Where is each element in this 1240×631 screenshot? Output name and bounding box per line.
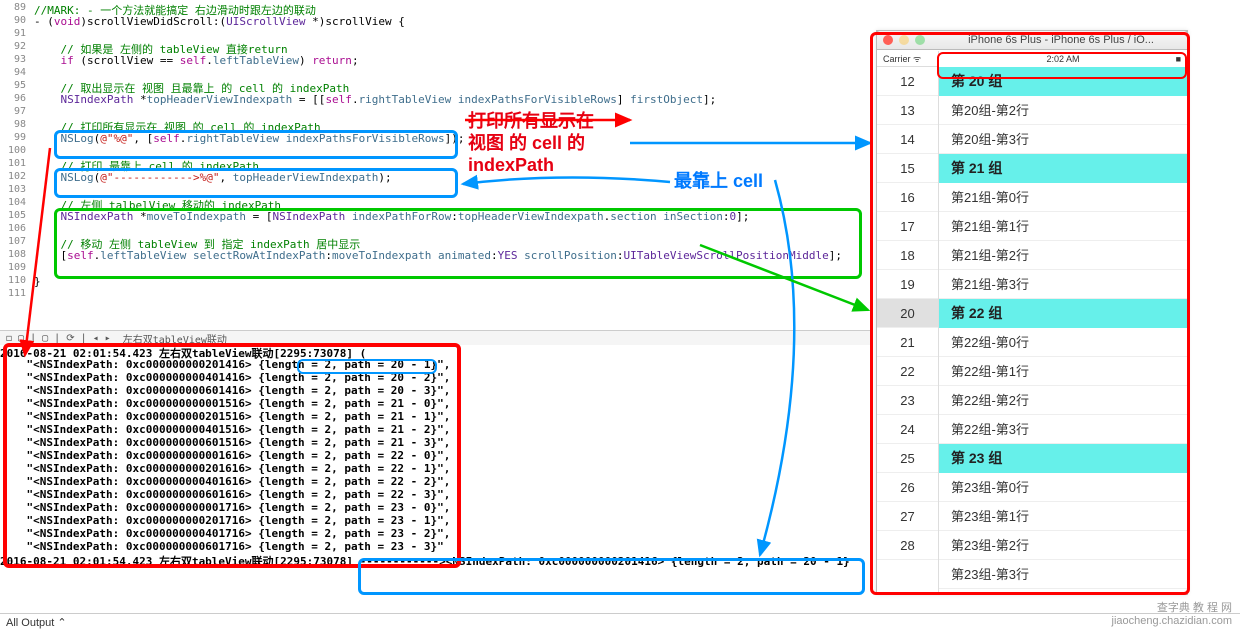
list-item[interactable]: 24	[877, 415, 938, 444]
section-header[interactable]: 第 20 组	[939, 67, 1187, 96]
table-row[interactable]: 第21组-第1行	[939, 212, 1187, 241]
tab-bar: ◻ ▢ | ▢ | ⟳ | ◂ ▸ 左右双tableView联动	[0, 330, 870, 346]
line-gutter: 8990919293949596979899100101102103104105…	[0, 0, 30, 301]
output-filter[interactable]: All Output ⌃	[6, 616, 67, 629]
table-row[interactable]: 第22组-第3行	[939, 415, 1187, 444]
console-line: "<NSIndexPath: 0xc000000000401716> {leng…	[0, 527, 870, 540]
table-row[interactable]: 第21组-第2行	[939, 241, 1187, 270]
simulator-titlebar[interactable]: iPhone 6s Plus - iPhone 6s Plus / iO...	[876, 30, 1188, 50]
list-item[interactable]: 21	[877, 328, 938, 357]
list-item[interactable]: 15	[877, 154, 938, 183]
tab-icons[interactable]: ◻ ▢ | ▢ | ⟳ | ◂ ▸	[0, 333, 117, 344]
zoom-icon	[915, 35, 925, 45]
console-line: "<NSIndexPath: 0xc000000000201516> {leng…	[0, 410, 870, 423]
list-item[interactable]: 16	[877, 183, 938, 212]
list-item[interactable]: 23	[877, 386, 938, 415]
minimize-icon	[899, 35, 909, 45]
console-line: "<NSIndexPath: 0xc000000000401516> {leng…	[0, 423, 870, 436]
status-time: 2:02 AM	[939, 54, 1187, 64]
console-line: "<NSIndexPath: 0xc000000000601616> {leng…	[0, 488, 870, 501]
list-item[interactable]: 19	[877, 270, 938, 299]
list-item[interactable]: 14	[877, 125, 938, 154]
section-header[interactable]: 第 21 组	[939, 154, 1187, 183]
table-row[interactable]: 第23组-第2行	[939, 531, 1187, 560]
left-tableview[interactable]: Carrier ᯤ 121314151617181920212223242526…	[877, 51, 939, 594]
list-item[interactable]: 17	[877, 212, 938, 241]
list-item[interactable]: 28	[877, 531, 938, 560]
ios-simulator[interactable]: Carrier ᯤ 121314151617181920212223242526…	[876, 30, 1188, 595]
table-row[interactable]: 第20组-第3行	[939, 125, 1187, 154]
console[interactable]: 2016-08-21 02:01:54.423 左右双tableView联动[2…	[0, 345, 870, 613]
simulator-title: iPhone 6s Plus - iPhone 6s Plus / iO...	[968, 34, 1154, 46]
annotation-blue: 最靠上 cell	[674, 170, 763, 192]
table-row[interactable]: 第23组-第1行	[939, 502, 1187, 531]
section-header[interactable]: 第 22 组	[939, 299, 1187, 328]
console-line: "<NSIndexPath: 0xc000000000601516> {leng…	[0, 436, 870, 449]
table-row[interactable]: 第23组-第0行	[939, 473, 1187, 502]
console-line: "<NSIndexPath: 0xc000000000401616> {leng…	[0, 475, 870, 488]
console-line: "<NSIndexPath: 0xc000000000601716> {leng…	[0, 540, 870, 553]
console-line: "<NSIndexPath: 0xc000000000201416> {leng…	[0, 358, 870, 371]
table-row[interactable]: 第20组-第2行	[939, 96, 1187, 125]
list-item[interactable]: 12	[877, 67, 938, 96]
carrier-label: Carrier ᯤ	[883, 52, 921, 65]
close-icon[interactable]	[883, 35, 893, 45]
table-row[interactable]: 第22组-第1行	[939, 357, 1187, 386]
console-line: "<NSIndexPath: 0xc000000000001716> {leng…	[0, 501, 870, 514]
console-line: "<NSIndexPath: 0xc000000000201716> {leng…	[0, 514, 870, 527]
console-line: "<NSIndexPath: 0xc000000000001516> {leng…	[0, 397, 870, 410]
section-header[interactable]: 第 23 组	[939, 444, 1187, 473]
console-second: 2016-08-21 02:01:54.423 左右双tableView联动[2…	[0, 553, 870, 566]
list-item[interactable]: 13	[877, 96, 938, 125]
watermark: 查字典 教 程 网 jiaocheng.chazidian.com	[1112, 599, 1232, 627]
window-controls[interactable]	[883, 35, 925, 45]
list-item[interactable]: 27	[877, 502, 938, 531]
console-line: "<NSIndexPath: 0xc000000000201616> {leng…	[0, 462, 870, 475]
list-item[interactable]: 25	[877, 444, 938, 473]
right-tableview[interactable]: 2:02 AM ■ 第 20 组第20组-第2行第20组-第3行第 21 组第2…	[939, 51, 1187, 594]
console-line: "<NSIndexPath: 0xc000000000601416> {leng…	[0, 384, 870, 397]
console-header: 2016-08-21 02:01:54.423 左右双tableView联动[2…	[0, 345, 870, 358]
annotation-red: 打印所有显示在 视图 的 cell 的 indexPath	[468, 110, 594, 176]
list-item[interactable]: 20	[877, 299, 938, 328]
table-row[interactable]: 第21组-第3行	[939, 270, 1187, 299]
list-item[interactable]: 18	[877, 241, 938, 270]
table-row[interactable]: 第22组-第0行	[939, 328, 1187, 357]
list-item[interactable]: 26	[877, 473, 938, 502]
table-row[interactable]: 第22组-第2行	[939, 386, 1187, 415]
table-row[interactable]: 第23组-第3行	[939, 560, 1187, 589]
table-row[interactable]: 第21组-第0行	[939, 183, 1187, 212]
tab-title[interactable]: 左右双tableView联动	[117, 331, 233, 346]
console-line: "<NSIndexPath: 0xc000000000401416> {leng…	[0, 371, 870, 384]
list-item[interactable]: 22	[877, 357, 938, 386]
console-line: "<NSIndexPath: 0xc000000000001616> {leng…	[0, 449, 870, 462]
console-filter-bar[interactable]: All Output ⌃	[0, 613, 1240, 631]
